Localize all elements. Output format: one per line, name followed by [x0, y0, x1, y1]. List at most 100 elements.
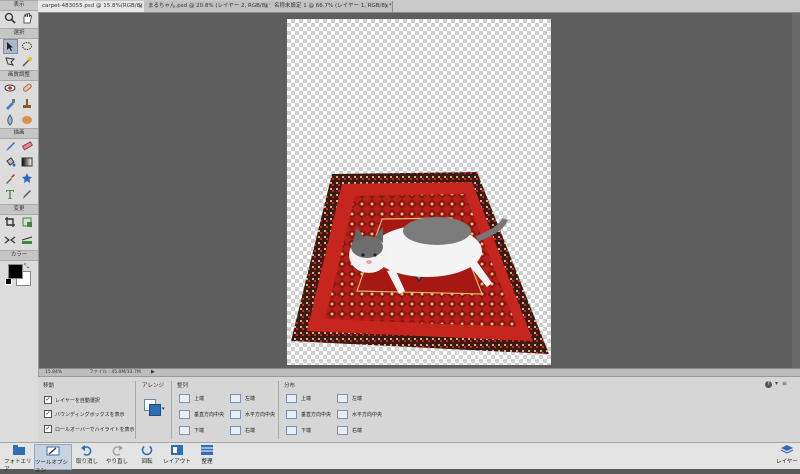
pencil-tool-icon[interactable]: [20, 187, 34, 201]
distribute-bottom-button[interactable]: 下端: [286, 426, 311, 435]
tab-carpet[interactable]: carpet-483055.psd @ 15.8%(RGB/8) * ×: [38, 1, 147, 12]
sponge-tool-icon[interactable]: [20, 113, 34, 127]
hand-tool-icon[interactable]: [20, 11, 34, 25]
red-eye-tool-icon[interactable]: [3, 81, 17, 95]
show-bounding-box-option[interactable]: ✓ バウンディングボックスを表示: [44, 410, 125, 418]
tool-options-label: ツールオプション: [35, 460, 69, 474]
layout-button[interactable]: レイアウト: [162, 444, 192, 468]
distribute-top-icon: [286, 394, 297, 403]
document-tab-bar: carpet-483055.psd @ 15.8%(RGB/8) * × まるちゃ…: [38, 0, 800, 13]
brush-tool-icon[interactable]: [3, 139, 17, 153]
undo-button[interactable]: 取り消し: [74, 444, 100, 468]
clone-stamp-icon[interactable]: [20, 97, 34, 111]
auto-select-checkbox[interactable]: ✓: [44, 396, 52, 404]
distribute-top-button[interactable]: 上端: [286, 394, 311, 403]
rollover-highlight-option[interactable]: ✓ ロールオーバーでハイライトを表示: [44, 425, 135, 433]
status-bar: 15.84% ファイル : 45.0M/33.7M ▶: [39, 368, 800, 376]
document-canvas[interactable]: [287, 19, 551, 365]
paint-bucket-icon[interactable]: [3, 155, 17, 169]
redo-label: やり直し: [105, 459, 128, 465]
smart-brush-icon[interactable]: [3, 97, 17, 111]
help-icon[interactable]: ?: [765, 381, 772, 388]
default-colors-icon[interactable]: [5, 278, 12, 285]
move-section-title: 移動: [43, 383, 55, 389]
close-icon[interactable]: ×: [384, 1, 389, 12]
recompose-tool-icon[interactable]: [20, 215, 34, 229]
eraser-tool-icon[interactable]: [20, 139, 34, 153]
layers-button[interactable]: レイヤー: [776, 444, 798, 468]
divider: [135, 381, 136, 439]
organizer-icon: [200, 444, 214, 456]
organizer-button[interactable]: 整理: [196, 444, 218, 468]
align-top-button[interactable]: 上端: [179, 394, 204, 403]
spot-healing-icon[interactable]: [20, 81, 34, 95]
align-right-button[interactable]: 右端: [230, 426, 255, 435]
distribute-right-icon: [337, 426, 348, 435]
tab-maru[interactable]: まるちゃん.psd @ 20.8% (レイヤー 2, RGB/8) * ×: [144, 1, 273, 12]
chevron-down-icon[interactable]: ▾: [775, 380, 778, 387]
align-right-icon: [230, 426, 241, 435]
blur-tool-icon[interactable]: [3, 113, 17, 127]
photo-area-button[interactable]: フォトエリア: [4, 444, 34, 473]
gradient-tool-icon[interactable]: [20, 155, 34, 169]
distribute-hcenter-icon: [337, 410, 348, 419]
distribute-bottom-icon: [286, 426, 297, 435]
zoom-readout[interactable]: 15.84%: [45, 369, 62, 376]
align-bottom-label: 下端: [194, 428, 205, 434]
custom-shape-icon[interactable]: [20, 171, 34, 185]
rotate-label: 回転: [141, 459, 153, 465]
layers-label: レイヤー: [776, 459, 798, 465]
auto-select-layer-option[interactable]: ✓ レイヤーを自動選択: [44, 396, 100, 404]
close-icon[interactable]: ×: [138, 1, 143, 12]
text-tool-icon[interactable]: T: [3, 187, 17, 201]
distribute-right-button[interactable]: 右端: [337, 426, 362, 435]
zoom-tool-icon[interactable]: [3, 11, 17, 25]
tool-options-button[interactable]: ツールオプション: [34, 444, 72, 474]
rotate-button[interactable]: 回転: [136, 444, 158, 468]
vertical-scrollbar[interactable]: [792, 13, 800, 368]
distribute-hcenter-button[interactable]: 水平方向中央: [337, 410, 382, 419]
lasso-tool-icon[interactable]: [3, 55, 17, 69]
tool-options-panel: 移動 ✓ レイヤーを自動選択 ✓ バウンディングボックスを表示 ✓ ロールオーバーでハ…: [38, 376, 800, 443]
arrange-section-title: アレンジ: [142, 383, 165, 389]
bounding-box-checkbox[interactable]: ✓: [44, 410, 52, 418]
content-aware-move-icon[interactable]: [3, 233, 17, 247]
align-left-icon: [230, 394, 241, 403]
redo-button[interactable]: やり直し: [104, 444, 130, 468]
toolbox-section-select: 選択: [0, 28, 38, 39]
crop-tool-icon[interactable]: [3, 215, 17, 229]
straighten-tool-icon[interactable]: [20, 233, 34, 247]
redo-icon: [110, 444, 124, 456]
status-menu-arrow-icon[interactable]: ▶: [151, 369, 155, 376]
eyedropper-icon[interactable]: [3, 171, 17, 185]
panel-menu-icon[interactable]: ≡: [782, 380, 787, 387]
divider: [171, 381, 172, 439]
tab-untitled[interactable]: 名称未設定 1 @ 66.7% (レイヤー 1, RGB/8) * ×: [270, 1, 393, 12]
align-vcenter-label: 垂直方向中央: [194, 412, 225, 418]
distribute-vcenter-button[interactable]: 垂直方向中央: [286, 410, 331, 419]
distribute-vcenter-icon: [286, 410, 297, 419]
close-icon[interactable]: ×: [264, 1, 269, 12]
highlight-checkbox[interactable]: ✓: [44, 425, 52, 433]
marquee-tool-icon[interactable]: [20, 39, 34, 53]
align-right-label: 右端: [245, 428, 256, 434]
align-section-title: 整列: [177, 383, 189, 389]
arrange-button[interactable]: ▾: [144, 399, 165, 417]
arrange-front-icon: [149, 404, 161, 416]
align-bottom-button[interactable]: 下端: [179, 426, 204, 435]
toolbox-section-draw: 描画: [0, 128, 38, 139]
highlight-label: ロールオーバーでハイライトを表示: [55, 426, 135, 433]
align-hcenter-button[interactable]: 水平方向中央: [230, 410, 275, 419]
align-left-button[interactable]: 左端: [230, 394, 255, 403]
toolbox-section-enhance: 画質調整: [0, 70, 38, 81]
magic-wand-icon[interactable]: [20, 55, 34, 69]
distribute-left-button[interactable]: 左端: [337, 394, 362, 403]
align-vcenter-button[interactable]: 垂直方向中央: [179, 410, 224, 419]
layout-icon: [170, 444, 184, 456]
tab-label: まるちゃん.psd @ 20.8% (レイヤー 2, RGB/8) *: [148, 3, 272, 9]
tool-options-icon: [46, 445, 60, 457]
swap-colors-icon[interactable]: ⤡: [24, 263, 29, 271]
align-bottom-icon: [179, 426, 190, 435]
move-tool-icon[interactable]: [3, 39, 18, 54]
toolbox-section-modify: 変更: [0, 204, 38, 215]
